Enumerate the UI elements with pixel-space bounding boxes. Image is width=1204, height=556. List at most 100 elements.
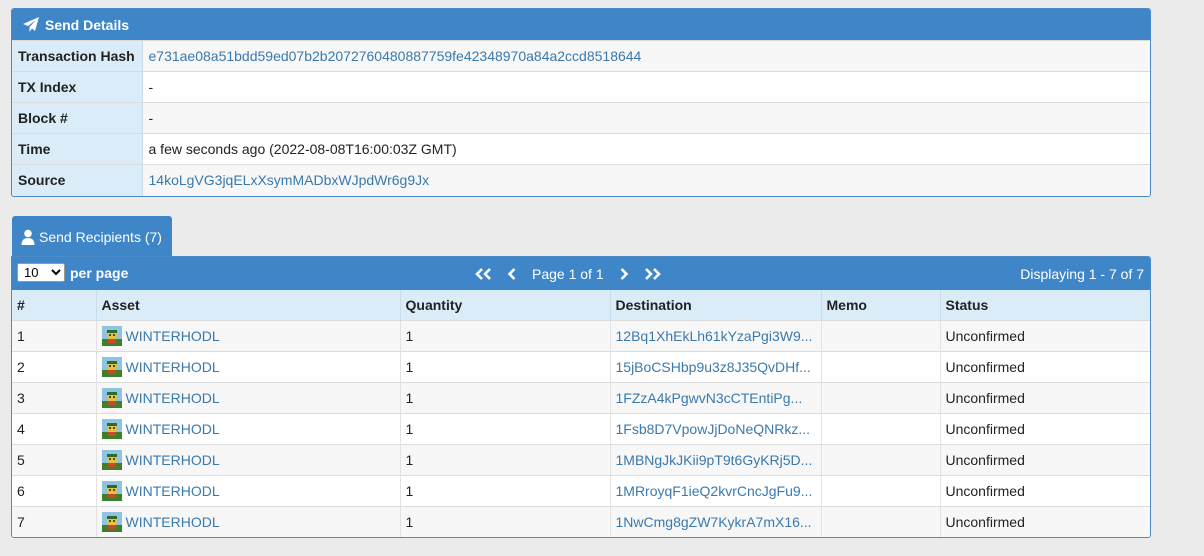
send-details-title: Send Details bbox=[45, 16, 130, 33]
table-header-row: # Asset Quantity Destination Memo Status bbox=[12, 290, 1150, 320]
memo-value bbox=[821, 381, 941, 413]
send-details-panel: Send Details Transaction Hash e731ae08a5… bbox=[11, 8, 1151, 197]
detail-label: Transaction Hash bbox=[12, 40, 143, 72]
destination-link[interactable]: 1NwCmg8gZW7KykrA7mX16... bbox=[616, 514, 812, 530]
displaying-count: Displaying 1 - 7 of 7 bbox=[1020, 265, 1144, 282]
tab-send-recipients-label: Send Recipients (7) bbox=[39, 228, 162, 245]
destination-link[interactable]: 12Bq1XhEkLh61kYzaPgi3W9... bbox=[616, 328, 813, 344]
memo-value bbox=[821, 319, 941, 351]
table-row: 4 WINTERHODL 1 1Fsb8D7VpowJjDoNeQNRkz... bbox=[12, 412, 1150, 444]
table-row: 1 WINTERHODL 1 12Bq1XhEkLh61kYzaPgi3W9..… bbox=[12, 319, 1150, 351]
asset-thumbnail-icon bbox=[101, 418, 122, 439]
row-number: 1 bbox=[12, 319, 97, 351]
double-chevron-right-icon bbox=[644, 267, 661, 280]
row-number: 2 bbox=[12, 350, 97, 382]
asset-link[interactable]: WINTERHODL bbox=[126, 483, 220, 499]
page-indicator: Page 1 of 1 bbox=[532, 265, 604, 282]
transaction-hash-link[interactable]: e731ae08a51bdd59ed07b2b2072760480887759f… bbox=[149, 48, 642, 64]
row-number: 4 bbox=[12, 412, 97, 444]
pagination-toolbar: 10 per page Page 1 of 1 Displaying 1 - 7… bbox=[12, 257, 1150, 290]
double-chevron-left-icon bbox=[475, 267, 491, 280]
recipients-table: # Asset Quantity Destination Memo Status… bbox=[12, 290, 1150, 537]
table-row: 7 WINTERHODL 1 1NwCmg8gZW7KykrA7mX16... bbox=[12, 505, 1150, 537]
column-header-destination[interactable]: Destination bbox=[610, 290, 822, 320]
pager: Page 1 of 1 bbox=[474, 257, 662, 290]
detail-row-tx-index: TX Index - bbox=[12, 71, 1150, 103]
asset-link[interactable]: WINTERHODL bbox=[126, 390, 220, 406]
table-row: 3 WINTERHODL 1 1FZzA4kPgwvN3cCTEntiPg... bbox=[12, 381, 1150, 413]
per-page-control: 10 per page bbox=[17, 263, 128, 282]
destination-link[interactable]: 1MBNgJkJKii9pT9t6GyKRj5D... bbox=[616, 452, 813, 468]
row-number: 6 bbox=[12, 474, 97, 506]
status-value: Unconfirmed bbox=[940, 381, 1150, 413]
last-page-button[interactable] bbox=[642, 267, 662, 281]
status-value: Unconfirmed bbox=[940, 412, 1150, 444]
detail-label: Block # bbox=[12, 102, 143, 134]
column-header-memo[interactable]: Memo bbox=[821, 290, 941, 320]
detail-row-time: Time a few seconds ago (2022-08-08T16:00… bbox=[12, 133, 1150, 165]
asset-thumbnail-icon bbox=[101, 449, 122, 470]
memo-value bbox=[821, 412, 941, 444]
tab-send-recipients[interactable]: Send Recipients (7) bbox=[12, 216, 172, 257]
column-header-status[interactable]: Status bbox=[940, 290, 1150, 320]
asset-thumbnail-icon bbox=[101, 480, 122, 501]
memo-value bbox=[821, 443, 941, 475]
asset-link[interactable]: WINTERHODL bbox=[126, 421, 220, 437]
first-page-button[interactable] bbox=[474, 267, 494, 281]
detail-row-transaction-hash: Transaction Hash e731ae08a51bdd59ed07b2b… bbox=[12, 40, 1150, 72]
row-number: 7 bbox=[12, 505, 97, 537]
destination-link[interactable]: 1FZzA4kPgwvN3cCTEntiPg... bbox=[616, 390, 803, 406]
details-table: Transaction Hash e731ae08a51bdd59ed07b2b… bbox=[12, 40, 1150, 196]
per-page-label: per page bbox=[70, 264, 129, 281]
row-number: 5 bbox=[12, 443, 97, 475]
user-icon bbox=[21, 229, 35, 245]
quantity-value: 1 bbox=[400, 443, 611, 475]
destination-link[interactable]: 1MRroyqF1ieQ2kvrCncJgFu9... bbox=[616, 483, 813, 499]
detail-row-block: Block # - bbox=[12, 102, 1150, 134]
source-address-link[interactable]: 14koLgVG3jqELxXsymMADbxWJpdWr6g9Jx bbox=[149, 172, 430, 188]
asset-thumbnail-icon bbox=[101, 325, 122, 346]
quantity-value: 1 bbox=[400, 505, 611, 537]
row-number: 3 bbox=[12, 381, 97, 413]
asset-thumbnail-icon bbox=[101, 387, 122, 408]
destination-link[interactable]: 1Fsb8D7VpowJjDoNeQNRkz... bbox=[616, 421, 811, 437]
quantity-value: 1 bbox=[400, 319, 611, 351]
quantity-value: 1 bbox=[400, 350, 611, 382]
prev-page-button[interactable] bbox=[506, 267, 518, 281]
asset-link[interactable]: WINTERHODL bbox=[126, 359, 220, 375]
table-row: 6 WINTERHODL 1 1MRroyqF1ieQ2kvrCncJgFu9.… bbox=[12, 474, 1150, 506]
column-header-number[interactable]: # bbox=[12, 290, 97, 320]
column-header-asset[interactable]: Asset bbox=[96, 290, 401, 320]
status-value: Unconfirmed bbox=[940, 350, 1150, 382]
quantity-value: 1 bbox=[400, 474, 611, 506]
memo-value bbox=[821, 505, 941, 537]
asset-thumbnail-icon bbox=[101, 356, 122, 377]
detail-label: TX Index bbox=[12, 71, 143, 103]
memo-value bbox=[821, 474, 941, 506]
chevron-right-icon bbox=[620, 267, 628, 280]
quantity-value: 1 bbox=[400, 412, 611, 444]
table-row: 5 WINTERHODL 1 1MBNgJkJKii9pT9t6GyKRj5D.… bbox=[12, 443, 1150, 475]
asset-thumbnail-icon bbox=[101, 511, 122, 532]
asset-link[interactable]: WINTERHODL bbox=[126, 514, 220, 530]
detail-label: Source bbox=[12, 164, 143, 196]
tx-index-value: - bbox=[142, 71, 1150, 103]
detail-label: Time bbox=[12, 133, 143, 165]
status-value: Unconfirmed bbox=[940, 505, 1150, 537]
asset-link[interactable]: WINTERHODL bbox=[126, 328, 220, 344]
table-row: 2 WINTERHODL 1 15jBoCSHbp9u3z8J35QvDHf..… bbox=[12, 350, 1150, 382]
status-value: Unconfirmed bbox=[940, 443, 1150, 475]
send-details-header: Send Details bbox=[12, 9, 1150, 40]
next-page-button[interactable] bbox=[618, 267, 630, 281]
destination-link[interactable]: 15jBoCSHbp9u3z8J35QvDHf... bbox=[616, 359, 811, 375]
memo-value bbox=[821, 350, 941, 382]
quantity-value: 1 bbox=[400, 381, 611, 413]
chevron-left-icon bbox=[507, 267, 516, 280]
paper-plane-icon bbox=[22, 16, 40, 34]
block-value: - bbox=[142, 102, 1150, 134]
column-header-quantity[interactable]: Quantity bbox=[400, 290, 611, 320]
asset-link[interactable]: WINTERHODL bbox=[126, 452, 220, 468]
detail-row-source: Source 14koLgVG3jqELxXsymMADbxWJpdWr6g9J… bbox=[12, 164, 1150, 196]
time-value: a few seconds ago (2022-08-08T16:00:03Z … bbox=[142, 133, 1150, 165]
per-page-select[interactable]: 10 bbox=[17, 263, 65, 282]
